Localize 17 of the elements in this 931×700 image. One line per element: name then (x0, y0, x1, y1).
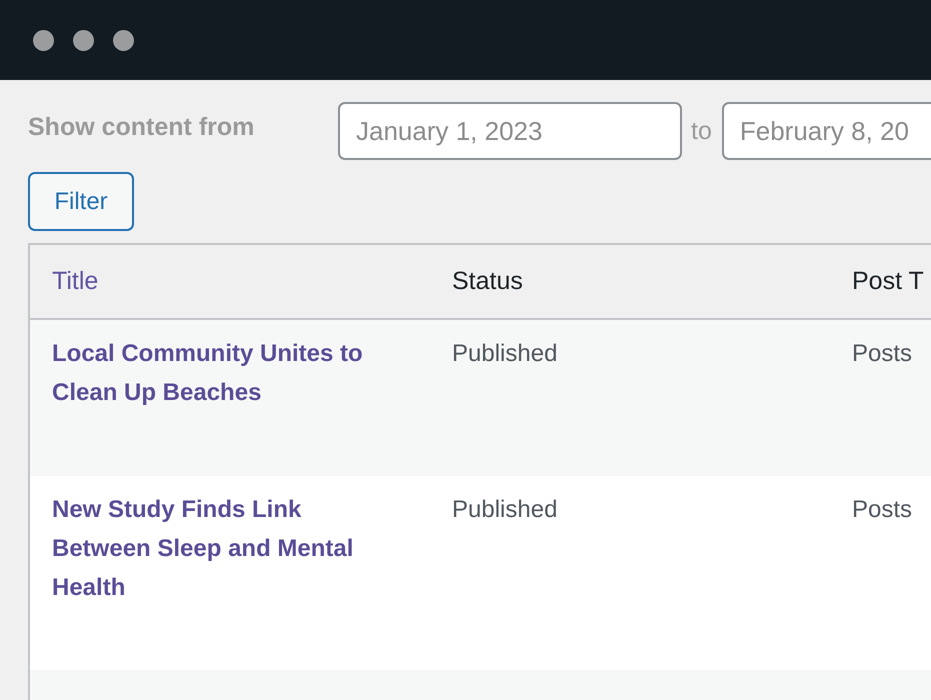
post-title-link[interactable]: Local Community Unites to Clean Up Beaches (52, 334, 397, 412)
post-type-cell: Posts (852, 340, 912, 367)
window-control-dot[interactable] (73, 30, 94, 50)
end-date-field[interactable]: February 8, 20 (722, 102, 931, 160)
post-title-link[interactable]: New Study Finds Link Between Sleep and Mental Health (52, 490, 397, 607)
window-control-dot[interactable] (113, 30, 134, 50)
status-cell: Published (452, 496, 558, 523)
column-header: Post T (851, 266, 925, 297)
window-control-dot[interactable] (33, 30, 54, 50)
start-date-field[interactable]: January 1, 2023 (338, 102, 682, 160)
status-cell: Published (452, 340, 558, 367)
column-header[interactable]: Title (30, 245, 430, 318)
filter-label: Show content from (28, 112, 256, 142)
column-header: Status (451, 266, 524, 297)
post-type-cell: Posts (852, 496, 912, 523)
filter-button[interactable]: Filter (28, 172, 134, 231)
date-separator: to (691, 116, 712, 146)
